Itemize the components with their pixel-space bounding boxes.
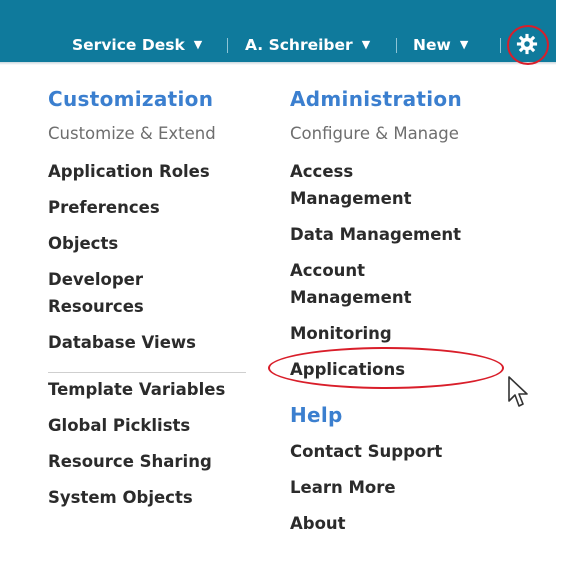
nav-separator — [227, 38, 228, 53]
chevron-down-icon: ▼ — [361, 38, 371, 51]
applications-highlight — [268, 347, 504, 389]
menu-item-account-management[interactable]: Account Management — [290, 257, 430, 311]
nav-separator — [500, 38, 501, 53]
menu-item-data-management[interactable]: Data Management — [290, 221, 461, 248]
menu-item-resource-sharing[interactable]: Resource Sharing — [48, 448, 212, 475]
administration-subtitle: Configure & Manage — [290, 124, 459, 143]
chevron-down-icon: ▼ — [193, 38, 203, 51]
service-desk-menu[interactable]: Service Desk ▼ — [72, 36, 202, 58]
help-heading: Help — [290, 403, 343, 427]
topbar-shadow — [0, 62, 559, 65]
administration-heading: Administration — [290, 87, 463, 111]
menu-item-database-views[interactable]: Database Views — [48, 329, 196, 356]
user-name-label: A. Schreiber — [245, 36, 353, 54]
nav-separator — [396, 38, 397, 53]
menu-item-learn-more[interactable]: Learn More — [290, 474, 396, 501]
menu-item-system-objects[interactable]: System Objects — [48, 484, 193, 511]
menu-item-application-roles[interactable]: Application Roles — [48, 158, 210, 185]
menu-item-about[interactable]: About — [290, 510, 346, 537]
pointer-cursor-icon — [508, 376, 528, 407]
menu-item-global-picklists[interactable]: Global Picklists — [48, 412, 190, 439]
new-label: New — [413, 36, 451, 54]
gear-icon — [516, 33, 538, 55]
menu-item-template-variables[interactable]: Template Variables — [48, 376, 225, 403]
menu-item-monitoring[interactable]: Monitoring — [290, 320, 392, 347]
menu-item-objects[interactable]: Objects — [48, 230, 118, 257]
customization-heading: Customization — [48, 87, 214, 111]
user-menu[interactable]: A. Schreiber ▼ — [245, 36, 370, 58]
page-edge — [556, 0, 561, 565]
menu-item-developer-resources[interactable]: Developer Resources — [48, 266, 188, 320]
service-desk-label: Service Desk — [72, 36, 185, 54]
new-menu[interactable]: New ▼ — [413, 36, 468, 58]
menu-item-preferences[interactable]: Preferences — [48, 194, 160, 221]
settings-button[interactable] — [507, 25, 549, 65]
chevron-down-icon: ▼ — [459, 38, 469, 51]
menu-item-contact-support[interactable]: Contact Support — [290, 438, 442, 465]
customization-subtitle: Customize & Extend — [48, 124, 216, 143]
menu-item-access-management[interactable]: Access Management — [290, 158, 430, 212]
section-divider — [48, 372, 246, 373]
